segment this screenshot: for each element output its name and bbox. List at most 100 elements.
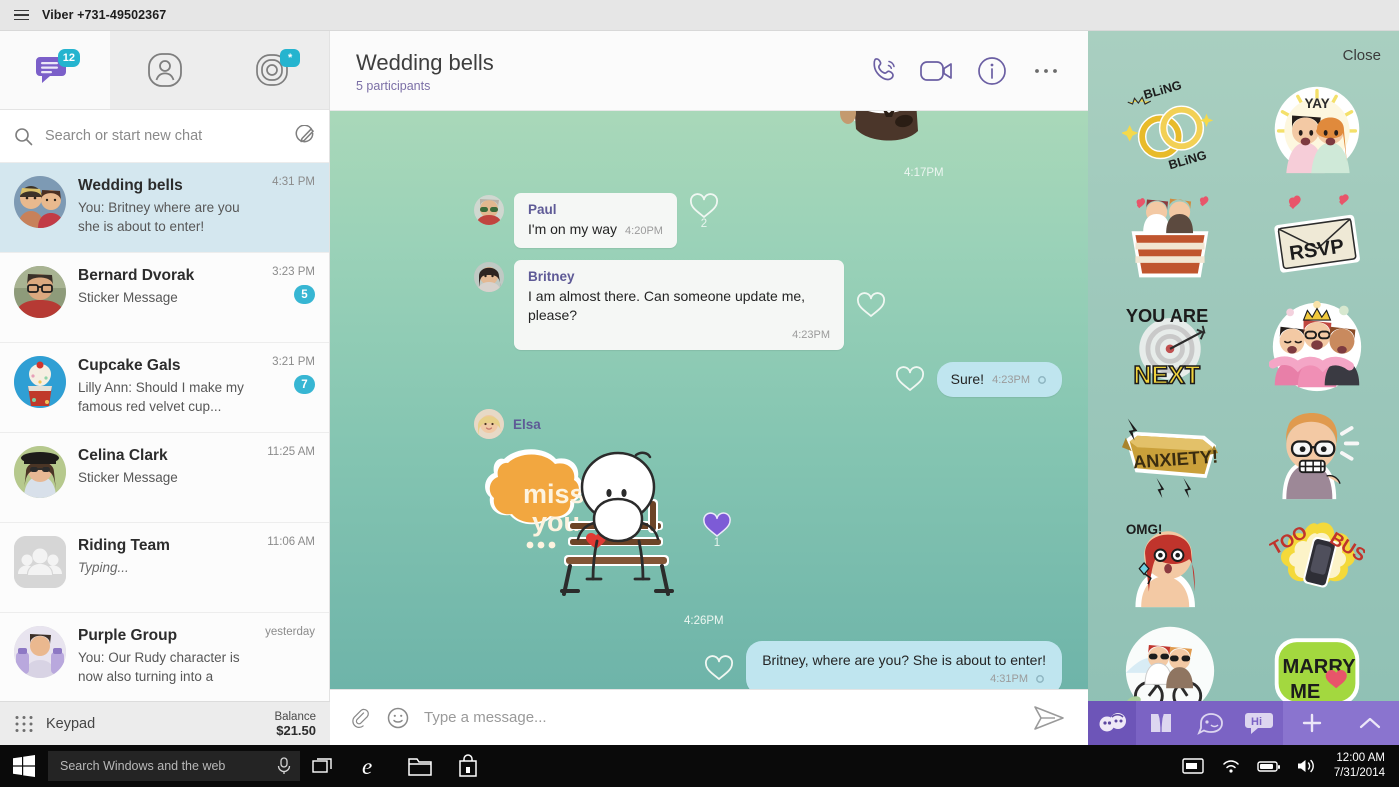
tab-public-chats[interactable]: * <box>219 31 329 109</box>
taskbar-clock[interactable]: 12:00 AM 7/31/2014 <box>1326 751 1399 781</box>
avatar <box>474 409 504 439</box>
chat-item-name: Celina Clark <box>78 447 168 464</box>
send-paper-plane-icon[interactable] <box>1032 704 1066 732</box>
paperclip-icon[interactable] <box>348 706 372 730</box>
chat-item-preview: Sticker Message <box>78 290 178 305</box>
message-britney-where-are-you[interactable]: Britney, where are you? She is about to … <box>330 641 1088 689</box>
internet-explorer-button[interactable]: e <box>348 745 396 787</box>
chat-item-name: Purple Group <box>78 627 178 644</box>
message-bubble[interactable]: Britney I am almost there. Can someone u… <box>514 260 844 350</box>
sticker-tab-hi[interactable]: Hi <box>1234 701 1283 745</box>
keypad-bar[interactable]: Keypad Balance $21.50 <box>0 701 330 745</box>
message-sure[interactable]: Sure! 4:23PM <box>330 362 1088 397</box>
search-input[interactable] <box>45 128 281 144</box>
svg-text:miss: miss <box>523 479 585 509</box>
reaction-like[interactable] <box>895 366 925 393</box>
sticker-you-are-next[interactable]: YOU ARE NEXT <box>1096 291 1244 399</box>
chat-header-actions <box>864 51 1066 91</box>
message-bubble[interactable]: Sure! 4:23PM <box>936 362 1062 397</box>
keypad-dots-icon <box>15 715 33 732</box>
message-sticker-bear[interactable]: 4:17PM <box>330 111 1088 179</box>
chat-item-time: 4:31 PM <box>272 176 315 188</box>
heart-icon <box>689 193 718 218</box>
volume-button[interactable] <box>1288 745 1326 787</box>
heart-icon <box>705 654 734 680</box>
chat-list-item-cupcake-gals[interactable]: Cupcake Gals Lilly Ann: Should I make my… <box>0 343 329 433</box>
message-bubble[interactable]: Britney, where are you? She is about to … <box>746 641 1062 689</box>
video-camera-icon <box>920 60 952 81</box>
message-paul[interactable]: Paul I'm on my way 4:20PM 2 <box>330 193 1088 248</box>
sticker-anxiety-banner[interactable]: ANXIETY! <box>1096 399 1244 507</box>
message-bubble[interactable]: Paul I'm on my way 4:20PM <box>514 193 677 248</box>
start-button[interactable] <box>0 745 48 787</box>
sticker-too-busy-phone[interactable]: TOO BUSY <box>1244 507 1392 615</box>
message-sender: Elsa <box>513 416 541 432</box>
sticker-add-pack-button[interactable] <box>1283 701 1341 745</box>
chat-item-unread-badge: 7 <box>294 375 315 394</box>
message-list[interactable]: 4:17PM Paul I'm on my way 4:20PM 2 Britn… <box>330 111 1088 689</box>
doodle-face-icon <box>1099 713 1126 732</box>
sticker-tab-recent[interactable] <box>1088 701 1136 745</box>
chat-item-meta: yesterday <box>265 626 315 689</box>
message-time: 4:31PM <box>990 673 1028 685</box>
sticker-runaway-bride[interactable] <box>1096 615 1244 701</box>
sticker-bachelorette-party[interactable] <box>1244 291 1392 399</box>
smiley-icon[interactable] <box>386 706 410 730</box>
info-circle-icon <box>978 56 1006 85</box>
sticker-wedding-cake[interactable] <box>1096 183 1244 291</box>
compose-pencil-icon[interactable] <box>293 125 315 147</box>
chat-item-content: Purple Group You: Our Rudy character is … <box>78 626 253 689</box>
sticker-omg-ring[interactable]: OMG! <box>1096 507 1244 615</box>
sticker-bling-rings[interactable]: BLiNG BLiNG <box>1096 75 1244 183</box>
person-icon <box>147 53 182 87</box>
taskbar-search[interactable] <box>48 751 300 781</box>
sticker-rsvp-envelope[interactable]: RSVP <box>1244 183 1392 291</box>
heart-icon <box>703 511 731 537</box>
chat-item-time: 11:25 AM <box>267 446 315 458</box>
reaction-like[interactable] <box>704 654 734 682</box>
sticker-nervous-guy[interactable] <box>1244 399 1392 507</box>
chat-list-item-bernard-dvorak[interactable]: Bernard Dvorak Sticker Message 3:23 PM 5 <box>0 253 329 343</box>
reaction-like[interactable]: 1 <box>702 511 732 549</box>
message-input[interactable] <box>424 709 1018 726</box>
message-time: 4:26PM <box>684 615 724 627</box>
hamburger-menu-icon[interactable] <box>0 0 42 31</box>
chat-item-meta: 3:23 PM 5 <box>272 266 315 329</box>
video-call-button[interactable] <box>918 51 958 91</box>
main-content-row: 12 * Search or start new chat Wedding be… <box>0 31 1399 745</box>
sticker-yay-brides[interactable]: YAY <box>1244 75 1392 183</box>
microphone-icon[interactable] <box>276 757 292 775</box>
chat-info-button[interactable] <box>972 51 1012 91</box>
sticker-tab-wedding[interactable] <box>1136 701 1185 745</box>
action-center-button[interactable] <box>1174 745 1212 787</box>
taskbar-search-input[interactable] <box>60 759 276 773</box>
task-view-button[interactable] <box>300 745 348 787</box>
sticker-collapse-button[interactable] <box>1341 701 1399 745</box>
chat-list: Wedding bells You: Britney where are you… <box>0 163 329 745</box>
avatar <box>474 262 504 292</box>
message-elsa-sticker[interactable]: Elsa miss you 1 4:26PM <box>330 409 1088 627</box>
sticker-tab-cartoon[interactable] <box>1185 701 1234 745</box>
message-britney[interactable]: Britney I am almost there. Can someone u… <box>330 260 1088 350</box>
chat-list-item-riding-team[interactable]: Riding Team Typing... 11:06 AM <box>0 523 329 613</box>
chat-item-time: 11:06 AM <box>267 536 315 548</box>
sticker-toolbar: Hi <box>1088 701 1399 745</box>
reaction-like[interactable] <box>856 292 886 317</box>
network-button[interactable] <box>1212 745 1250 787</box>
file-explorer-button[interactable] <box>396 745 444 787</box>
reaction-like[interactable]: 2 <box>689 193 719 230</box>
tab-chats[interactable]: 12 <box>0 31 110 109</box>
store-button[interactable] <box>444 745 492 787</box>
sticker-panel-close[interactable]: Close <box>1343 47 1381 64</box>
battery-button[interactable] <box>1250 745 1288 787</box>
chat-list-item-celina-clark[interactable]: Celina Clark Sticker Message 11:25 AM <box>0 433 329 523</box>
tab-contacts[interactable] <box>110 31 220 109</box>
chat-list-item-purple-group[interactable]: Purple Group You: Our Rudy character is … <box>0 613 329 703</box>
chat-list-item-wedding-bells[interactable]: Wedding bells You: Britney where are you… <box>0 163 329 253</box>
chat-item-preview: You: Our Rudy character is now also turn… <box>78 650 240 684</box>
sticker-grid: BLiNG BLiNG YAY RSVP YOU ARE NEXT ANXIET… <box>1088 75 1399 701</box>
svg-text:YOU ARE: YOU ARE <box>1126 305 1208 326</box>
sticker-marry-me[interactable]: MARRY ME <box>1244 615 1392 701</box>
more-options-button[interactable] <box>1026 51 1066 91</box>
voice-call-button[interactable] <box>864 51 904 91</box>
